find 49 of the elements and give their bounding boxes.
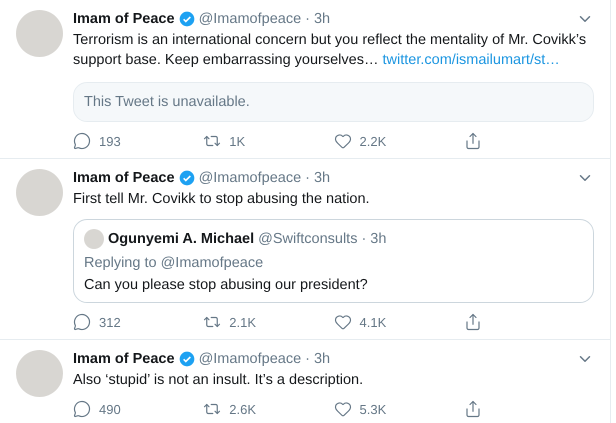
tweet-text: Terrorism is an international concern but you reflect the mentality of Mr. Covikk’s support base. Keep embarrassing yourselves… twitter.com/ismailumart/st… bbox=[73, 31, 588, 70]
separator: · bbox=[361, 231, 366, 247]
heart-icon bbox=[334, 313, 352, 331]
author-name[interactable]: Imam of Peace bbox=[73, 351, 175, 367]
author-handle: @Imamofpeace bbox=[198, 170, 302, 186]
heart-icon bbox=[334, 132, 352, 150]
avatar[interactable] bbox=[16, 169, 63, 216]
separator: · bbox=[305, 170, 310, 186]
share-icon bbox=[464, 313, 482, 331]
verified-badge-icon bbox=[178, 351, 195, 367]
speech-bubble-icon bbox=[73, 400, 91, 418]
author-handle: @Imamofpeace bbox=[198, 351, 302, 367]
tweet-text: Can you please stop abusing our president? bbox=[84, 277, 369, 293]
timestamp[interactable]: 3h bbox=[314, 11, 330, 27]
author-name: Ogunyemi A. Michael bbox=[108, 231, 254, 247]
tweet-link[interactable]: twitter.com/ismailumart/st… bbox=[382, 52, 560, 68]
replying-to: Replying to @Imamofpeace bbox=[84, 255, 264, 271]
heart-icon bbox=[334, 400, 352, 418]
timestamp: 3h bbox=[370, 231, 386, 247]
speech-bubble-icon bbox=[73, 313, 91, 331]
avatar[interactable] bbox=[16, 350, 63, 397]
share-icon bbox=[464, 132, 482, 150]
reply-button[interactable]: 312 bbox=[73, 313, 204, 331]
like-button[interactable]: 2.2K bbox=[334, 132, 464, 150]
reply-button[interactable]: 193 bbox=[73, 132, 204, 150]
unavailable-notice: This Tweet is unavailable. bbox=[73, 82, 594, 122]
tweet-text: First tell Mr. Covikk to stop abusing the nation. bbox=[73, 190, 371, 209]
timestamp[interactable]: 3h bbox=[314, 351, 330, 367]
separator: · bbox=[305, 11, 310, 27]
timestamp[interactable]: 3h bbox=[314, 170, 330, 186]
avatar bbox=[84, 229, 104, 249]
verified-badge-icon bbox=[178, 11, 195, 27]
author-handle: @Imamofpeace bbox=[198, 11, 302, 27]
reply-button[interactable]: 490 bbox=[73, 400, 204, 418]
verified-badge-icon bbox=[178, 170, 195, 186]
tweet-text: Also ‘stupid’ is not an insult. It’s a description. bbox=[73, 371, 364, 390]
share-icon bbox=[464, 400, 482, 418]
author-name[interactable]: Imam of Peace bbox=[73, 11, 175, 27]
speech-bubble-icon bbox=[73, 132, 91, 150]
separator: · bbox=[305, 351, 310, 367]
like-button[interactable]: 5.3K bbox=[334, 400, 464, 418]
author-handle: @Swiftconsults bbox=[258, 231, 358, 247]
retweet-button[interactable]: 2.6K bbox=[203, 400, 334, 418]
retweet-button[interactable]: 1K bbox=[203, 132, 334, 150]
like-button[interactable]: 4.1K bbox=[334, 313, 464, 331]
avatar[interactable] bbox=[16, 10, 63, 57]
author-name[interactable]: Imam of Peace bbox=[73, 170, 175, 186]
quoted-tweet[interactable]: Ogunyemi A. Michael @Swiftconsults · 3h Replying to @Imamofpeace Can you please stop abusing our president? bbox=[73, 219, 594, 303]
retweet-button[interactable]: 2.1K bbox=[203, 313, 334, 331]
